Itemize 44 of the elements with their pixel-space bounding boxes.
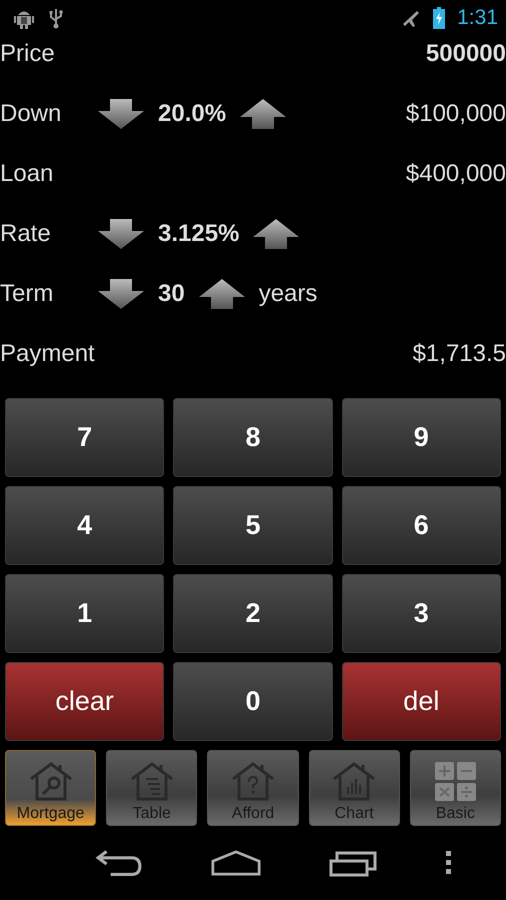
calculator-operators-icon (433, 761, 478, 801)
keypad-key[interactable]: 8 (173, 398, 333, 477)
field-amount: 30 (158, 280, 185, 308)
keypad-key[interactable]: 9 (342, 398, 501, 477)
down-arrow-icon[interactable] (98, 279, 144, 309)
house-chart-icon (332, 761, 376, 801)
field-label: Down (0, 100, 62, 128)
battery-icon (433, 7, 446, 29)
up-arrow-icon[interactable] (240, 99, 286, 129)
field-value: 500000 (426, 40, 506, 68)
house-question-icon (230, 761, 275, 801)
house-magnifier-icon (28, 761, 73, 801)
keypad-key[interactable]: 4 (5, 486, 164, 565)
keypad-key[interactable]: del (342, 662, 501, 741)
field-label: Loan (0, 160, 54, 188)
field-label: Payment (0, 340, 96, 368)
back-icon[interactable] (94, 849, 144, 877)
down-arrow-icon[interactable] (98, 219, 144, 249)
up-arrow-icon[interactable] (253, 219, 300, 249)
down-arrow-icon[interactable] (98, 99, 144, 129)
field-label: Rate (0, 220, 52, 248)
field-value: $1,713.5 (412, 340, 506, 368)
house-list-icon (130, 761, 174, 801)
keypad-key[interactable]: 3 (342, 574, 501, 653)
keypad-key[interactable]: 0 (173, 662, 333, 741)
field-value: $100,000 (406, 100, 506, 128)
up-arrow-icon[interactable] (198, 279, 245, 309)
field-amount: 3.125% (158, 220, 240, 248)
field-value: $400,000 (406, 160, 506, 188)
status-time: 1:31 (457, 6, 498, 30)
recent-apps-icon[interactable] (328, 849, 379, 877)
field-unit: years (258, 280, 318, 308)
home-icon[interactable] (211, 849, 262, 877)
tab[interactable]: Mortgage (5, 750, 96, 826)
keypad-key[interactable]: 6 (342, 486, 501, 565)
field-label: Term (0, 280, 54, 308)
keypad-key[interactable]: 5 (173, 486, 333, 565)
menu-icon[interactable] (446, 851, 452, 875)
keypad-key[interactable]: 1 (5, 574, 164, 653)
keypad-key[interactable]: 7 (5, 398, 164, 477)
keypad-key[interactable]: 2 (173, 574, 333, 653)
field-amount: 20.0% (158, 100, 226, 128)
field-label: Price (0, 40, 56, 68)
keypad-key[interactable]: clear (5, 662, 164, 741)
